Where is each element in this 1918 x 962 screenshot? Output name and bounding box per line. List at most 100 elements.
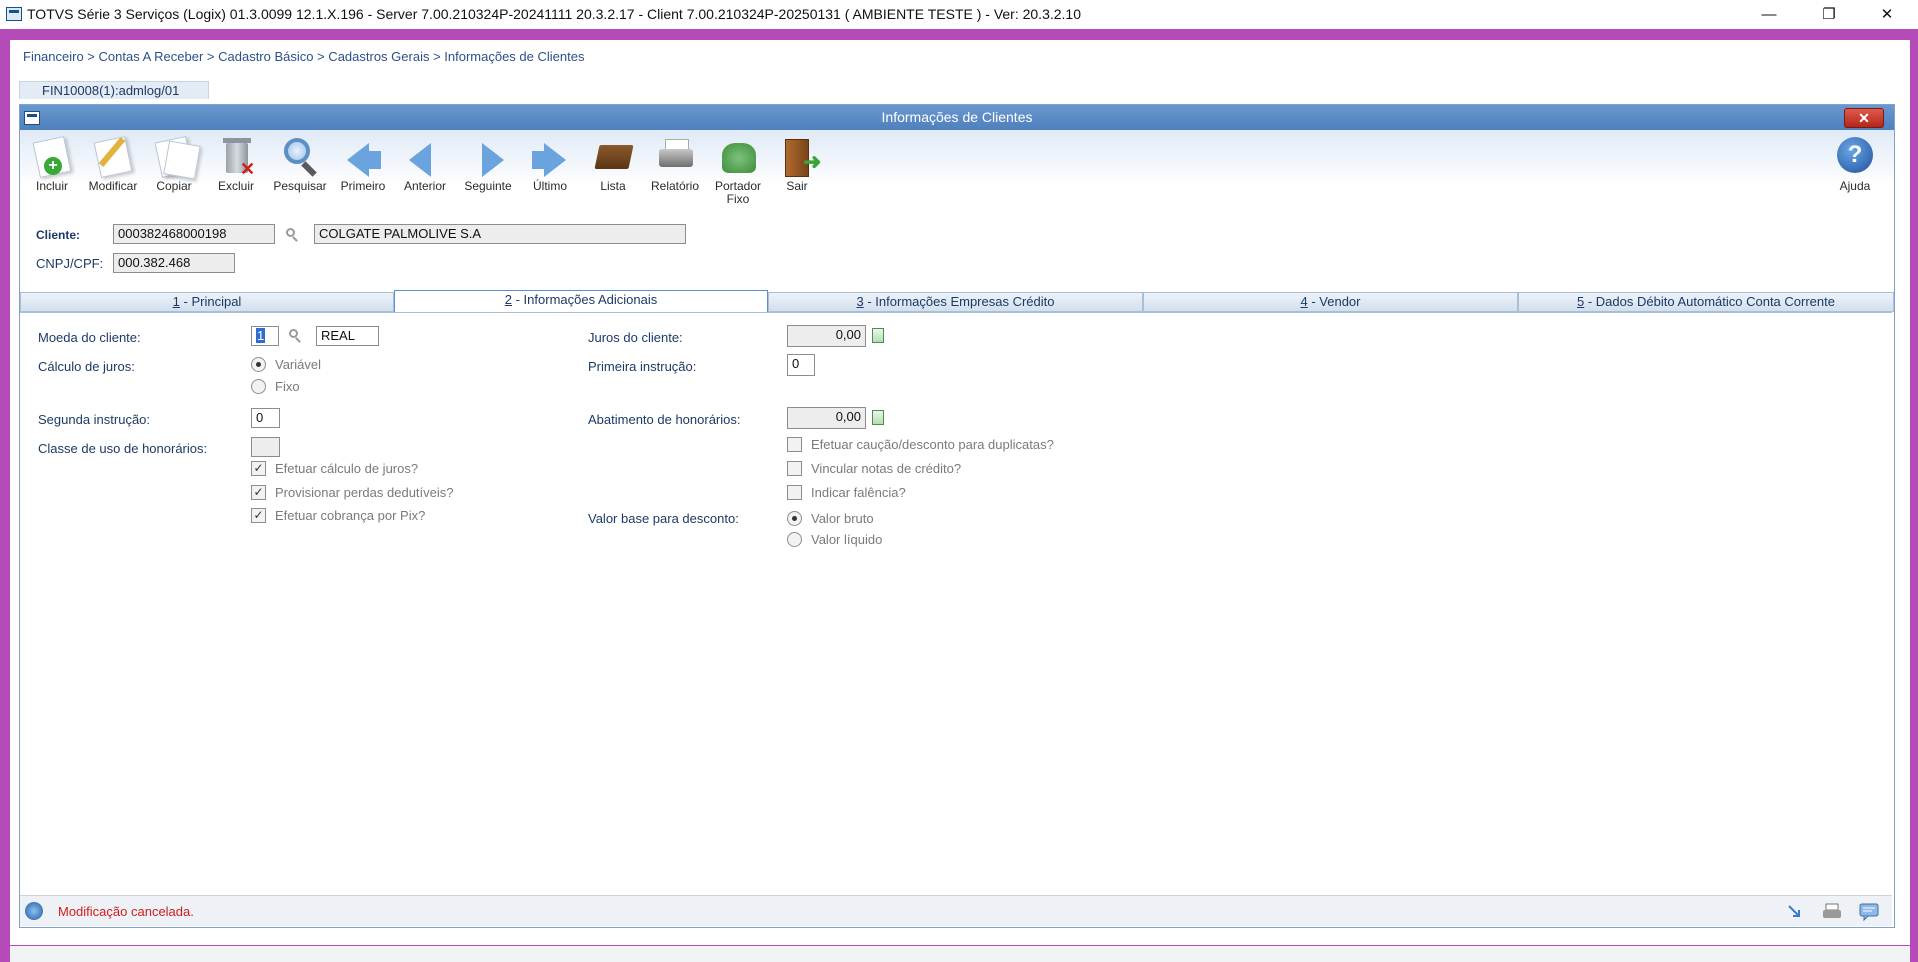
cliente-lookup-icon[interactable]	[286, 228, 300, 242]
incluir-button[interactable]: + Incluir	[22, 135, 82, 192]
tab-informacoes-adicionais[interactable]: 2 - Informações Adicionais	[394, 290, 768, 312]
segunda-instrucao-field[interactable]: 0	[251, 408, 280, 428]
vincular-notas-checkbox[interactable]	[787, 461, 802, 476]
app-icon	[6, 7, 22, 21]
message-icon[interactable]	[1858, 901, 1880, 922]
dialog-window: Informações de Clientes ✕ + Incluir Modi…	[19, 104, 1895, 928]
primeira-instrucao-label: Primeira instrução:	[588, 359, 697, 374]
primeiro-label: Primeiro	[340, 179, 386, 193]
lista-button[interactable]: Lista	[583, 135, 643, 192]
tab-panel: Moeda do cliente: 1 REAL Cálculo de juro…	[20, 312, 1892, 886]
money-hand-icon	[716, 135, 760, 179]
tab-empresas-credito[interactable]: 3 - Informações Empresas Crédito	[768, 292, 1143, 312]
primeira-instrucao-field[interactable]: 0	[787, 354, 815, 376]
status-bar: Modificação cancelada.	[20, 895, 1892, 926]
valor-bruto-radio[interactable]	[787, 511, 802, 526]
last-record-icon	[528, 135, 572, 179]
lista-label: Lista	[600, 179, 626, 193]
breadcrumb: Financeiro > Contas A Receber > Cadastro…	[23, 49, 585, 64]
cnpj-field: 000.382.468	[113, 253, 235, 273]
abatimento-honorarios-label: Abatimento de honorários:	[588, 412, 741, 427]
indicar-falencia-checkbox[interactable]	[787, 485, 802, 500]
classe-honorarios-field[interactable]	[251, 437, 280, 457]
tab-adicionais-number: 2	[504, 292, 512, 307]
program-tab[interactable]: FIN10008(1):admlog/01	[19, 81, 209, 99]
calculo-fixo-radio[interactable]	[251, 379, 266, 394]
fixo-label: Fixo	[726, 192, 750, 206]
tab-vendor-number: 4	[1300, 294, 1308, 309]
caucao-desconto-checkbox[interactable]	[787, 437, 802, 452]
ultimo-button[interactable]: Último	[520, 135, 580, 192]
tab-principal[interactable]: 1 - Principal	[20, 292, 394, 312]
toolbar: + Incluir Modificar Copiar ✕ Excluir Pes…	[20, 130, 1894, 210]
primeiro-button[interactable]: Primeiro	[333, 135, 393, 192]
cnpj-label: CNPJ/CPF:	[36, 256, 104, 271]
calculo-fixo-label: Fixo	[275, 379, 300, 394]
segunda-instrucao-label: Segunda instrução:	[38, 412, 151, 427]
status-globe-icon	[25, 902, 43, 920]
close-window-button[interactable]: ✕	[1864, 0, 1910, 29]
incluir-label: Incluir	[35, 179, 68, 193]
anterior-label: Anterior	[403, 179, 447, 193]
previous-record-icon	[403, 135, 447, 179]
valor-liquido-radio[interactable]	[787, 532, 802, 547]
edit-document-icon	[91, 135, 135, 179]
cliente-code-field[interactable]: 000382468000198	[113, 224, 275, 244]
moeda-lookup-icon[interactable]	[289, 329, 303, 343]
cobranca-pix-checkbox[interactable]: ✓	[251, 508, 266, 523]
juros-cliente-field[interactable]: 0,00	[787, 325, 866, 347]
calculator-icon[interactable]	[872, 410, 884, 425]
provisionar-perdas-checkbox[interactable]: ✓	[251, 485, 266, 500]
tab-strip: 1 - Principal 2 - Informações Adicionais…	[20, 290, 1894, 312]
print-icon[interactable]	[1821, 901, 1843, 921]
tab-debito-automatico[interactable]: 5 - Dados Débito Automático Conta Corren…	[1518, 292, 1894, 312]
minimize-button[interactable]: —	[1746, 0, 1792, 29]
dialog-close-button[interactable]: ✕	[1844, 108, 1884, 128]
exit-door-icon: ➜	[775, 135, 821, 179]
ajuda-button[interactable]: ? Ajuda	[1825, 135, 1885, 192]
provisionar-perdas-label: Provisionar perdas dedutíveis?	[275, 485, 454, 500]
valor-liquido-label: Valor líquido	[811, 532, 883, 547]
valor-base-label: Valor base para desconto:	[588, 511, 739, 526]
efetuar-calculo-juros-label: Efetuar cálculo de juros?	[275, 461, 419, 476]
calculo-variavel-radio[interactable]	[251, 357, 266, 372]
portador-fixo-button[interactable]: Portador Fixo	[708, 135, 768, 205]
tab-credito-label: - Informações Empresas Crédito	[863, 294, 1055, 309]
seguinte-button[interactable]: Seguinte	[458, 135, 518, 192]
app-titlebar: TOTVS Série 3 Serviços (Logix) 01.3.0099…	[0, 0, 1918, 29]
excluir-label: Excluir	[217, 179, 254, 193]
ultimo-label: Último	[532, 179, 567, 193]
cliente-name-field: COLGATE PALMOLIVE S.A	[314, 224, 686, 244]
moeda-code-selected: 1	[256, 328, 266, 343]
tab-vendor[interactable]: 4 - Vendor	[1143, 292, 1518, 312]
abatimento-honorarios-field[interactable]: 0,00	[787, 407, 866, 429]
relatorio-button[interactable]: Relatório	[645, 135, 705, 192]
juros-cliente-label: Juros do cliente:	[588, 330, 683, 345]
first-record-icon	[341, 135, 385, 179]
search-icon	[278, 135, 322, 179]
cobranca-pix-label: Efetuar cobrança por Pix?	[275, 508, 426, 523]
seguinte-label: Seguinte	[464, 179, 512, 193]
valor-bruto-label: Valor bruto	[811, 511, 874, 526]
dialog-icon	[24, 111, 40, 125]
help-icon: ?	[1833, 135, 1877, 179]
calculo-variavel-label: Variável	[275, 357, 322, 372]
next-record-icon	[466, 135, 510, 179]
tab-principal-number: 1	[172, 294, 180, 309]
restore-button[interactable]: ❐	[1806, 0, 1852, 29]
efetuar-calculo-juros-checkbox[interactable]: ✓	[251, 461, 266, 476]
anterior-button[interactable]: Anterior	[395, 135, 455, 192]
sair-label: Sair	[786, 179, 808, 193]
excluir-button[interactable]: ✕ Excluir	[206, 135, 266, 192]
tab-vendor-label: - Vendor	[1307, 294, 1361, 309]
calculator-icon[interactable]	[872, 328, 884, 343]
pesquisar-button[interactable]: Pesquisar	[270, 135, 330, 192]
moeda-code-field[interactable]: 1	[251, 326, 279, 346]
pesquisar-label: Pesquisar	[273, 179, 327, 193]
copiar-button[interactable]: Copiar	[144, 135, 204, 192]
tab-credito-number: 3	[856, 294, 864, 309]
sair-button[interactable]: ➜ Sair	[767, 135, 827, 192]
resize-icon[interactable]	[1785, 901, 1807, 921]
modificar-button[interactable]: Modificar	[83, 135, 143, 192]
classe-honorarios-label: Classe de uso de honorários:	[38, 441, 208, 456]
